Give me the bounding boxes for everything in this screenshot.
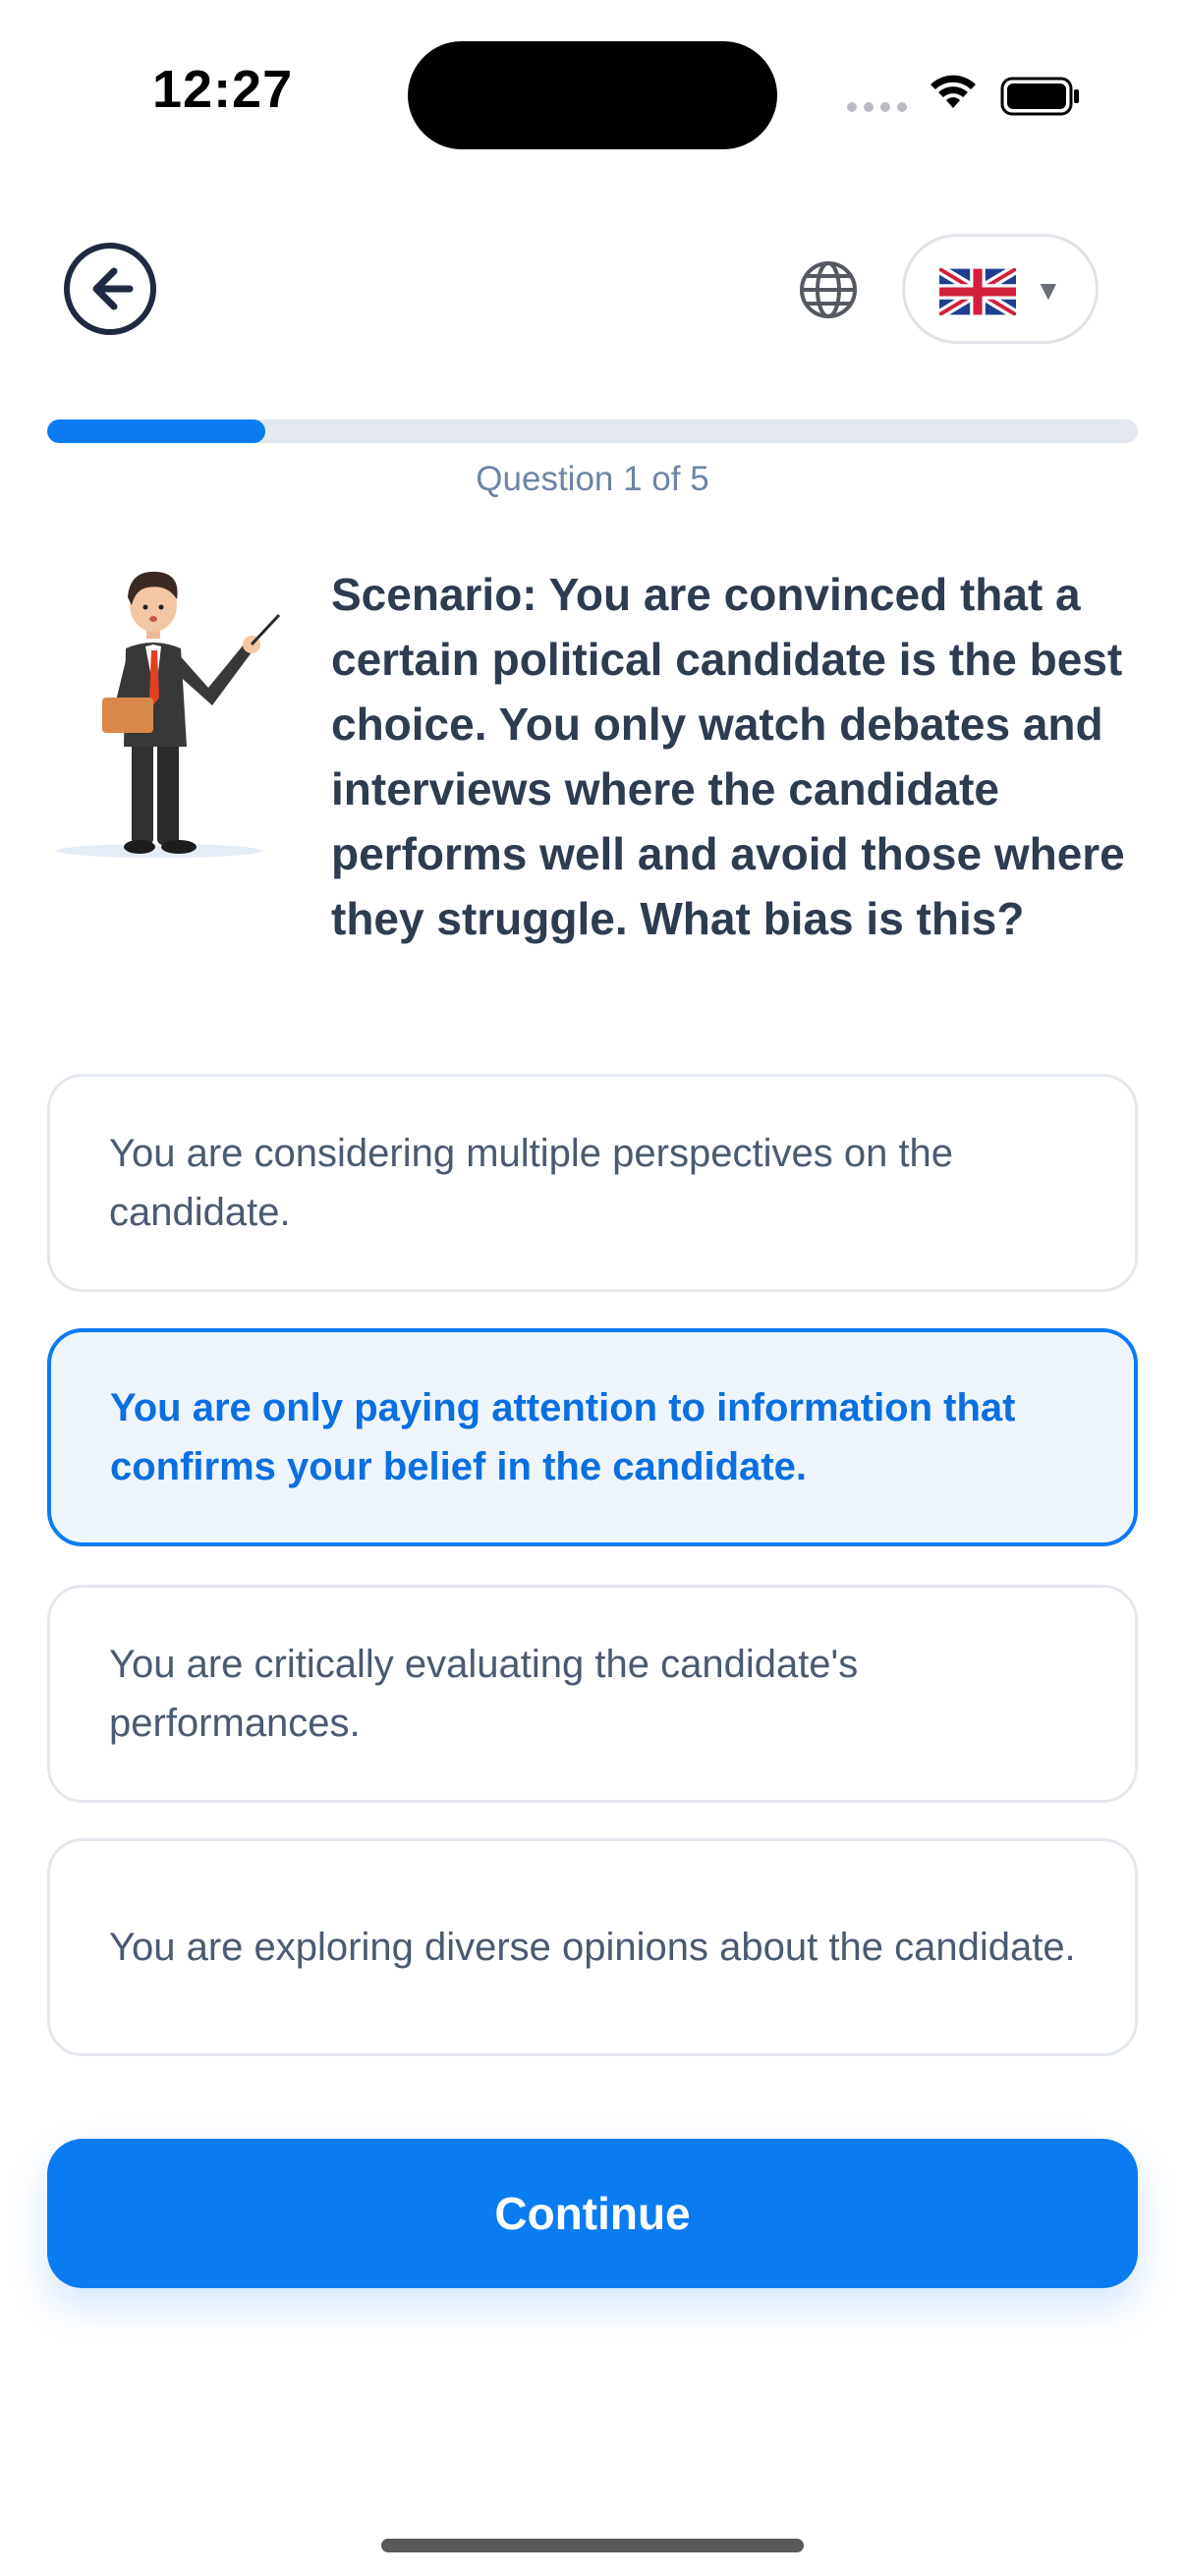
dynamic-island — [408, 41, 777, 149]
globe-icon — [800, 261, 857, 318]
question-text: Scenario: You are convinced that a certa… — [331, 569, 1125, 944]
progress-bar — [47, 420, 1138, 443]
wifi-icon — [931, 75, 976, 108]
answer-option-3[interactable]: You are critically evaluating the candid… — [47, 1585, 1138, 1803]
answer-option-label: You are exploring diverse opinions about… — [109, 1926, 1076, 1969]
uk-flag-icon — [939, 268, 1016, 315]
answer-option-2[interactable]: You are only paying attention to informa… — [47, 1328, 1138, 1546]
answer-option-label: You are only paying attention to informa… — [110, 1386, 1016, 1488]
answer-option-label: You are critically evaluating the candid… — [109, 1643, 859, 1745]
progress-fill — [47, 420, 265, 443]
status-bar: 12:27 — [0, 0, 1185, 187]
home-indicator[interactable] — [381, 2539, 804, 2552]
back-button[interactable] — [63, 242, 157, 336]
status-time: 12:27 — [152, 60, 294, 119]
chevron-down-icon: ▼ — [1035, 275, 1062, 306]
battery-icon — [1000, 77, 1079, 116]
language-selector-button[interactable]: ▼ — [902, 234, 1099, 344]
answer-option-1[interactable]: You are considering multiple perspective… — [47, 1074, 1138, 1292]
progress-label: Question 1 of 5 — [476, 460, 709, 498]
continue-button[interactable]: Continue — [47, 2139, 1138, 2288]
cellular-signal-icon — [847, 102, 907, 112]
teacher-with-pointer-illustration — [56, 571, 281, 858]
answer-option-4[interactable]: You are exploring diverse opinions about… — [47, 1838, 1138, 2056]
answer-option-label: You are considering multiple perspective… — [109, 1132, 954, 1234]
